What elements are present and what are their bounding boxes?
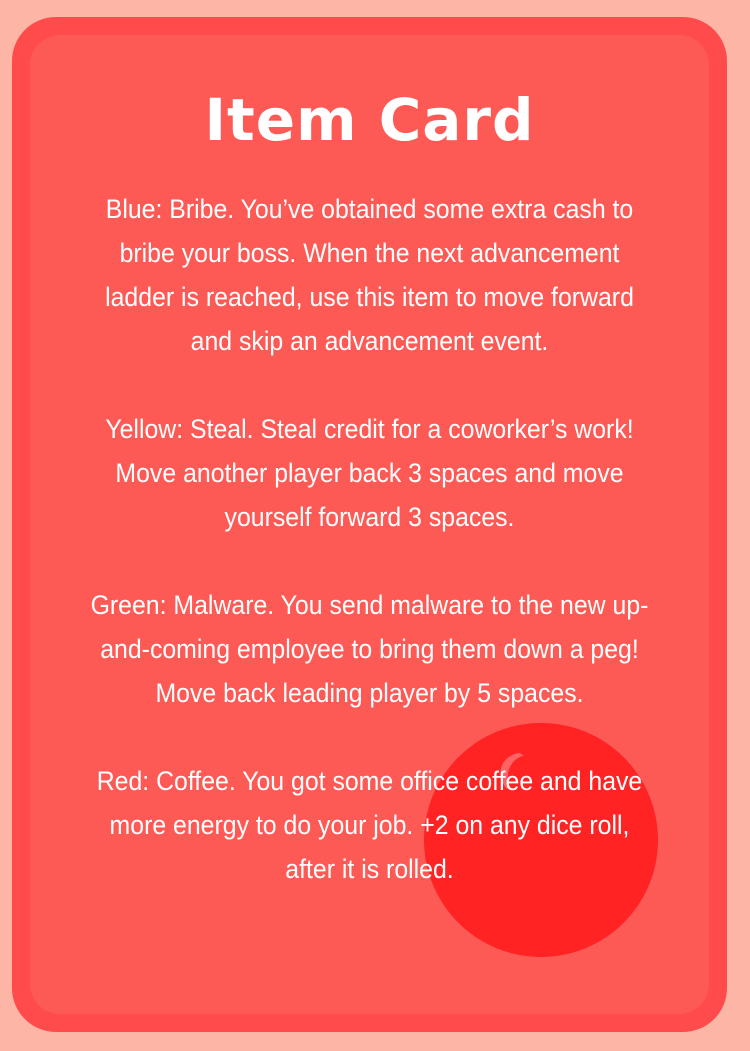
item-entry-blue: Blue: Bribe. You’ve obtained some extra … (105, 194, 634, 356)
item-entry-yellow: Yellow: Steal. Steal credit for a cowork… (105, 414, 634, 532)
item-entry-green: Green: Malware. You send malware to the … (90, 590, 649, 708)
card-title: Item Card (204, 86, 535, 154)
item-card: Item Card Blue: Bribe. You’ve obtained s… (12, 17, 727, 1032)
card-body: Blue: Bribe. You’ve obtained some extra … (87, 187, 653, 891)
item-card-face: Item Card Blue: Bribe. You’ve obtained s… (30, 35, 709, 1014)
item-entry-red: Red: Coffee. You got some office coffee … (96, 766, 643, 884)
